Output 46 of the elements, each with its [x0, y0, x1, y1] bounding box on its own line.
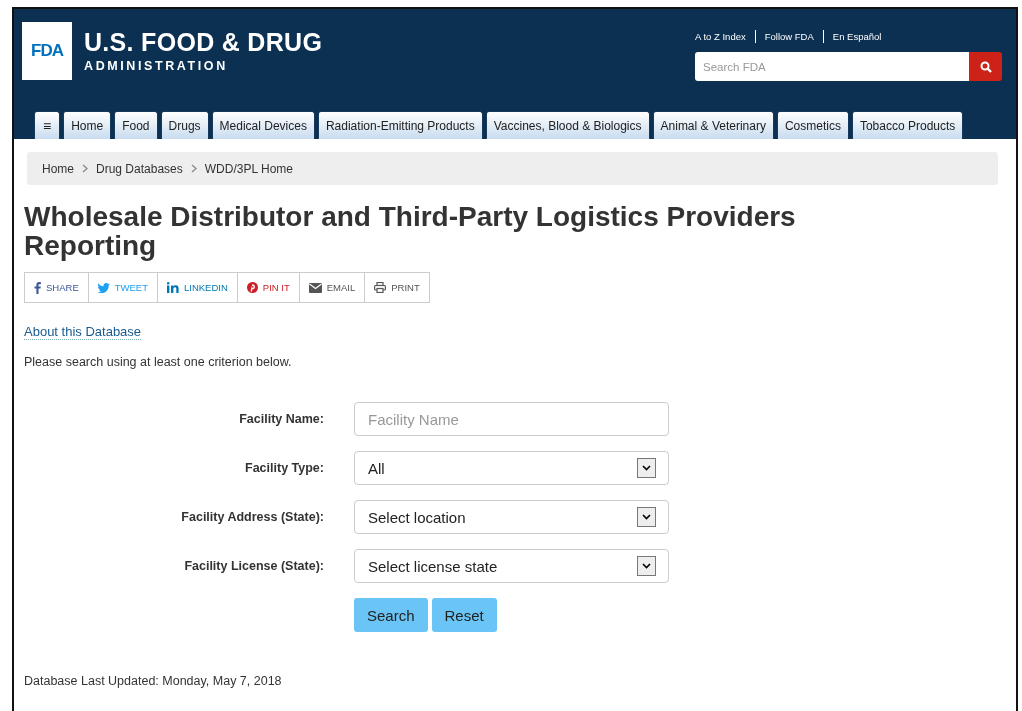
instructions-text: Please search using at least one criterion below. [24, 355, 293, 369]
chevron-icon [82, 164, 88, 173]
search-icon [979, 60, 992, 73]
nav-tab[interactable]: Vaccines, Blood & Biologics [485, 111, 650, 139]
form-button[interactable]: Search [354, 598, 428, 632]
nav-tab[interactable]: Tobacco Products [851, 111, 964, 139]
share-button[interactable]: PIN IT [236, 273, 299, 302]
utility-link[interactable]: Follow FDA [764, 31, 814, 42]
chevron-icon [190, 164, 197, 173]
share-button[interactable]: LINKEDIN [157, 273, 237, 302]
field-label: Facility License (State): [183, 559, 324, 573]
field-label: Facility Type: [244, 461, 324, 475]
nav-tab[interactable]: Home [63, 111, 112, 139]
nav-tab[interactable]: Animal & Veterinary [652, 111, 774, 139]
logo[interactable]: FDA [22, 22, 72, 80]
dropdown[interactable]: Select license state [354, 549, 669, 583]
search-button[interactable] [969, 52, 1002, 81]
about-link[interactable]: About this Database [24, 324, 142, 340]
nav-tab[interactable]: Drugs [160, 111, 209, 139]
nav-tab[interactable]: Medical Devices [211, 111, 315, 139]
site-subtitle: ADMINISTRATION [84, 59, 229, 73]
nav-tab[interactable]: Cosmetics [776, 111, 849, 139]
breadcrumb-link[interactable]: Home [42, 161, 74, 176]
breadcrumb-link[interactable]: WDD/3PL Home [204, 161, 293, 176]
nav-tab[interactable]: Radiation-Emitting Products [317, 111, 483, 139]
breadcrumb-link[interactable]: Drug Databases [96, 161, 183, 176]
field-label: Facility Name: [238, 412, 324, 426]
last-updated-text: Database Last Updated: Monday, May 7, 2018 [24, 674, 283, 688]
chevron-down-icon [642, 465, 651, 471]
share-button[interactable]: PRINT [364, 273, 429, 302]
search-field[interactable]: Search FDA [695, 52, 969, 81]
chevron-down-icon [642, 514, 651, 520]
dropdown[interactable]: All [354, 451, 669, 485]
utility-link[interactable]: A to Z Index [695, 31, 746, 42]
nav-tab[interactable]: Food [114, 111, 158, 139]
dropdown[interactable]: Select location [354, 500, 669, 534]
share-button[interactable]: EMAIL [298, 273, 365, 302]
chevron-down-icon [642, 563, 651, 569]
utility-link[interactable]: En Español [832, 31, 882, 42]
form-button[interactable]: Reset [431, 598, 497, 632]
menu-button[interactable]: ≡ [34, 111, 61, 139]
page-title: Wholesale Distributor and Third-Party Logistics Providers Reporting [24, 202, 797, 260]
field-label: Facility Address (State): [180, 510, 324, 524]
share-button[interactable]: SHARE [25, 273, 88, 302]
site-title: U.S. FOOD & DRUG [84, 28, 323, 56]
text-field[interactable]: Facility Name [354, 402, 669, 436]
